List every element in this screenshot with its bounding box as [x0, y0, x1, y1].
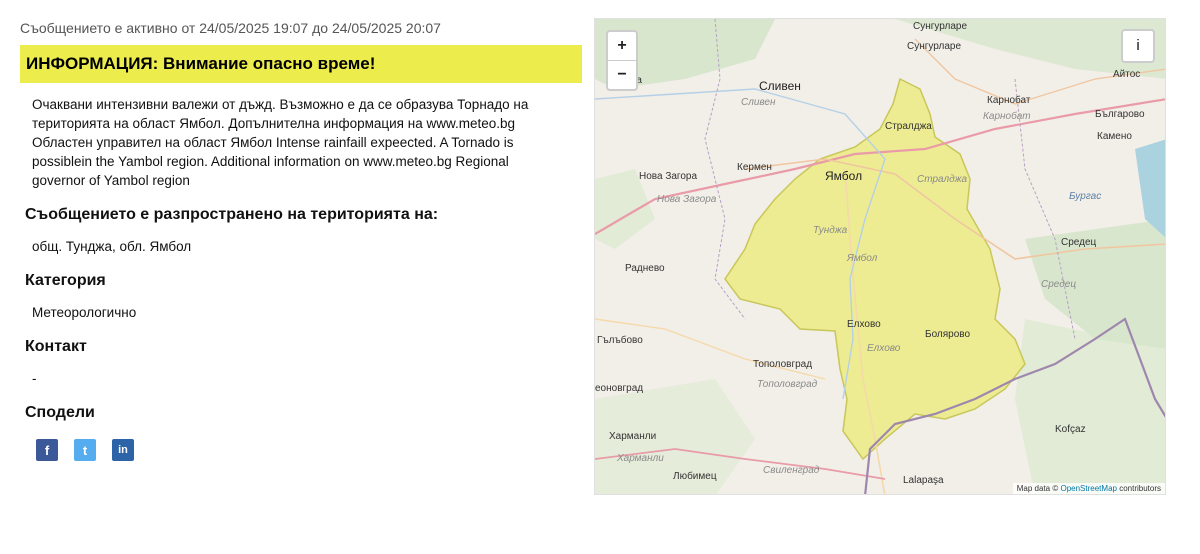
map-label: Айтос — [1113, 69, 1141, 80]
map-label: Гълъбово — [597, 335, 643, 346]
map-label: Любимец — [673, 471, 717, 482]
map-label: Раднево — [625, 263, 665, 274]
zoom-in-button[interactable]: + — [608, 32, 636, 60]
territory-heading: Съобщението е разпространено на територи… — [25, 206, 439, 223]
share-heading: Сподели — [25, 404, 95, 421]
map-label: Сливен — [741, 97, 776, 108]
map-view[interactable]: Сунгурларе Сунгурларе Айтос ица Сливен С… — [594, 18, 1166, 495]
map-label: Lalapaşa — [903, 475, 944, 486]
alert-description: Очаквани интензивни валежи от дъжд. Възм… — [32, 97, 529, 188]
active-period-text: Съобщението е активно от 24/05/2025 19:0… — [20, 20, 441, 36]
map-label: Кермен — [737, 162, 772, 173]
map-label: Елхово — [867, 343, 901, 354]
linkedin-icon: in — [118, 444, 128, 456]
twitter-share-button[interactable]: t — [74, 439, 96, 461]
map-label: Ямбол — [825, 169, 863, 183]
share-buttons: f t in — [36, 439, 582, 461]
map-label: Тунджа — [813, 225, 848, 236]
attribution-prefix: Map data © — [1016, 484, 1059, 493]
territory-value: общ. Тунджа, обл. Ямбол — [32, 239, 192, 254]
map-label: Камено — [1097, 131, 1132, 142]
map-label: Нова Загора — [639, 171, 698, 182]
map-label: Средец — [1061, 237, 1097, 248]
map-label: еоновград — [595, 383, 644, 394]
map-label: Свиленград — [763, 465, 820, 476]
contact-heading: Контакт — [25, 338, 87, 355]
map-label: Харманли — [609, 431, 657, 442]
zoom-out-button[interactable]: − — [608, 60, 636, 89]
map-label: Карнобат — [983, 111, 1031, 122]
info-button[interactable]: i — [1121, 29, 1155, 63]
facebook-icon: f — [44, 442, 50, 458]
alert-panel: Съобщението е активно от 24/05/2025 19:0… — [20, 18, 582, 461]
map-label: Тополовград — [753, 359, 813, 370]
map-label: Сунгурларе — [913, 21, 968, 32]
map-label: Ямбол — [847, 253, 878, 264]
facebook-share-button[interactable]: f — [36, 439, 58, 461]
attribution-suffix: contributors — [1119, 484, 1161, 493]
contact-value: - — [32, 371, 37, 386]
category-value: Метеорологично — [32, 305, 137, 320]
map-attribution: Map data © OpenStreetMap contributors — [1012, 483, 1165, 494]
map-label: Карнобат — [987, 95, 1031, 106]
map-label: Средец — [1041, 279, 1077, 290]
twitter-icon: t — [82, 442, 88, 458]
map-label: Нова Загора — [657, 194, 717, 205]
linkedin-share-button[interactable]: in — [112, 439, 134, 461]
map-label: Тополовград — [757, 379, 818, 390]
zoom-control: + − — [606, 30, 638, 91]
alert-title-banner: ИНФОРМАЦИЯ: Внимание опасно време! — [20, 45, 582, 83]
map-label: Болярово — [925, 329, 971, 340]
map-label: Сливен — [759, 79, 801, 93]
map-label: Елхово — [847, 319, 881, 330]
map-label: Сунгурларе — [907, 41, 962, 52]
map-label: Kofçaz — [1055, 424, 1086, 435]
map-label: Българово — [1095, 109, 1145, 120]
category-heading: Категория — [25, 272, 106, 289]
map-label: Стралджа — [885, 121, 932, 132]
map-label: Стралджа — [917, 174, 968, 185]
map-label: Харманли — [617, 453, 664, 464]
openstreetmap-link[interactable]: OpenStreetMap — [1060, 484, 1116, 493]
map-label: Бургас — [1069, 191, 1102, 202]
